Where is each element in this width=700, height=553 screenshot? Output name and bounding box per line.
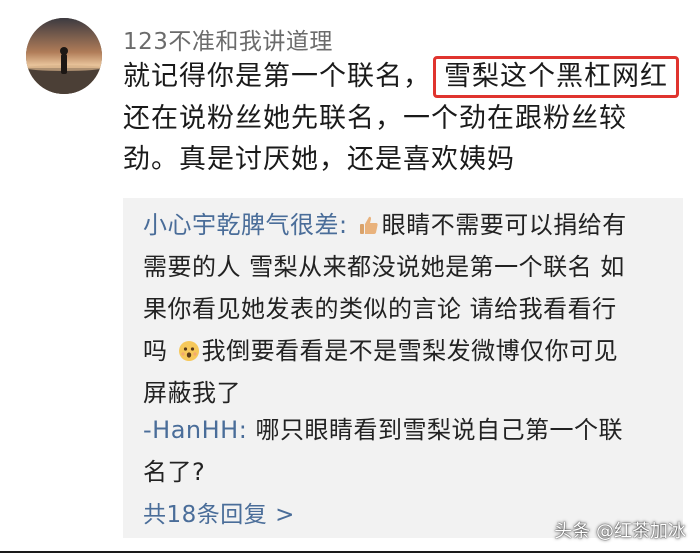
comment-screenshot: 123不准和我讲道理 就记得你是第一个联名， 雪梨这个黑杠网红 还在说粉丝她先联名…: [0, 0, 700, 553]
reply-item[interactable]: -HanHH: 哪只眼睛看到雪梨说自己第一个联 名了?: [143, 409, 673, 493]
reply-line: 小心宇乾脾气很差: 眼睛不需要可以捐给有: [143, 204, 673, 246]
reply-text: 吗: [143, 337, 168, 365]
comment-line: 劲。真是讨厌她，还是喜欢姨妈: [123, 144, 515, 175]
reply-line: 吗 我倒要看看是不是雪梨发微博仅你可见: [143, 330, 673, 372]
comment-text: 就记得你是第一个联名，: [123, 61, 431, 92]
user-avatar[interactable]: [26, 18, 102, 94]
reply-item[interactable]: 小心宇乾脾气很差: 眼睛不需要可以捐给有 需要的人 雪梨从来都没说她是第一个联名…: [143, 204, 673, 414]
comment-line: 还在说粉丝她先联名，一个劲在跟粉丝较: [123, 103, 627, 134]
reply-line: 屏蔽我了: [143, 379, 241, 407]
highlighted-phrase: 雪梨这个黑杠网红: [433, 56, 679, 98]
comment-body: 就记得你是第一个联名， 雪梨这个黑杠网红 还在说粉丝她先联名，一个劲在跟粉丝较 劲…: [123, 56, 683, 180]
reply-text: 我倒要看看是不是雪梨发微博仅你可见: [201, 337, 619, 365]
view-more-replies-link[interactable]: 共18条回复 >: [143, 495, 295, 529]
avatar-image: [26, 18, 102, 94]
replies-panel: 小心宇乾脾气很差: 眼睛不需要可以捐给有 需要的人 雪梨从来都没说她是第一个联名…: [123, 198, 683, 538]
reply-author[interactable]: 小心宇乾脾气很差:: [143, 211, 348, 239]
reply-line: 果你看见她发表的类似的言论 请给我看看行: [143, 295, 617, 323]
source-watermark: 头条 @红茶加冰: [554, 521, 686, 542]
reply-line: 名了?: [143, 458, 206, 486]
comment-line: 就记得你是第一个联名， 雪梨这个黑杠网红: [123, 56, 683, 98]
reply-line: -HanHH: 哪只眼睛看到雪梨说自己第一个联: [143, 409, 673, 451]
surprised-face-icon: [178, 341, 199, 361]
comment-username[interactable]: 123不准和我讲道理: [123, 22, 333, 56]
reply-author[interactable]: -HanHH:: [143, 416, 247, 444]
thumbs-up-icon: [359, 216, 378, 234]
reply-line: 需要的人 雪梨从来都没说她是第一个联名 如: [143, 253, 625, 281]
reply-text: 眼睛不需要可以捐给有: [381, 211, 627, 239]
reply-text: 哪只眼睛看到雪梨说自己第一个联: [255, 416, 623, 444]
